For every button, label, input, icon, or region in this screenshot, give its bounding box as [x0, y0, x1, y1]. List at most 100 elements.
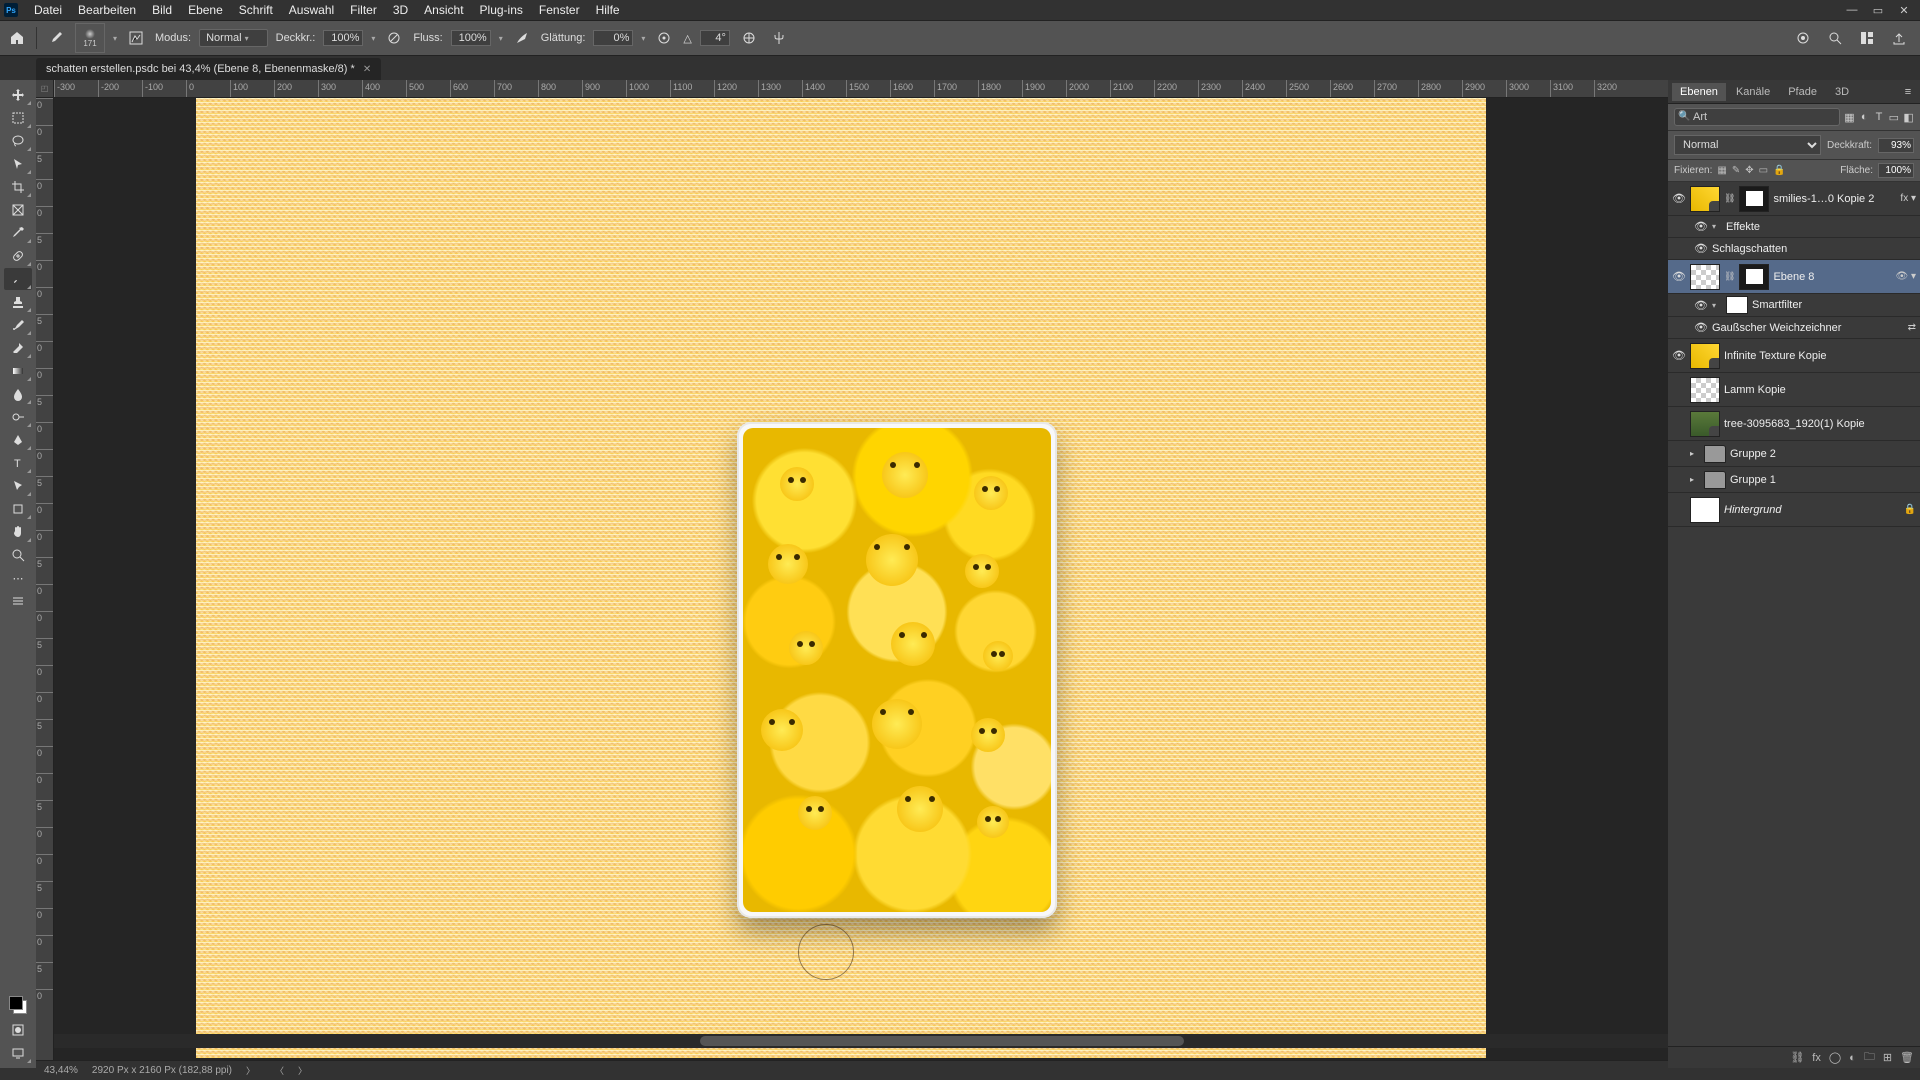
nav-left-icon[interactable]: 〈 — [275, 1064, 284, 1077]
link-icon[interactable]: ⛓ — [1724, 271, 1735, 282]
layer-row[interactable]: 👁 Infinite Texture Kopie — [1668, 339, 1920, 373]
chevron-down-icon[interactable]: ▾ — [113, 34, 117, 43]
chevron-down-icon[interactable]: ▾ — [499, 34, 503, 43]
pen-tool[interactable] — [4, 429, 32, 451]
layer-fill-input[interactable] — [1878, 163, 1914, 178]
tab-3d[interactable]: 3D — [1827, 83, 1857, 101]
layer-name[interactable]: tree-3095683_1920(1) Kopie — [1724, 418, 1916, 430]
close-button[interactable]: ✕ — [1898, 4, 1910, 16]
visibility-toggle[interactable]: 👁 — [1672, 349, 1686, 362]
brush-panel-icon[interactable] — [125, 27, 147, 49]
layer-name[interactable]: Infinite Texture Kopie — [1724, 350, 1916, 362]
lock-all-icon[interactable]: 🔒 — [1773, 165, 1785, 176]
link-layers-icon[interactable]: ⛓ — [1790, 1051, 1804, 1064]
eraser-tool[interactable] — [4, 337, 32, 359]
layer-row[interactable]: 👁▾Smartfilter — [1668, 294, 1920, 317]
new-layer-icon[interactable]: ⊞ — [1883, 1051, 1892, 1064]
filter-adjust-icon[interactable]: ◐ — [1859, 109, 1870, 125]
quickmask-toggle[interactable] — [4, 1019, 32, 1041]
layer-name[interactable]: Gruppe 2 — [1730, 448, 1916, 460]
visibility-toggle[interactable]: 👁 — [1694, 299, 1708, 312]
dodge-tool[interactable] — [4, 406, 32, 428]
share-icon[interactable] — [1888, 27, 1910, 49]
more-tools[interactable]: ⋯ — [4, 567, 32, 589]
nav-right-icon[interactable]: 〉 — [298, 1064, 307, 1077]
layer-name[interactable]: Ebene 8 — [1773, 271, 1891, 283]
layer-row[interactable]: tree-3095683_1920(1) Kopie — [1668, 407, 1920, 441]
layer-thumbnail[interactable] — [1690, 411, 1720, 437]
info-popup-icon[interactable]: 〉 — [246, 1064, 255, 1077]
minimize-button[interactable]: — — [1846, 4, 1858, 16]
menu-window[interactable]: Fenster — [531, 3, 588, 17]
lock-brush-icon[interactable]: ✎ — [1732, 165, 1740, 176]
stamp-tool[interactable] — [4, 291, 32, 313]
layer-row[interactable]: Lamm Kopie — [1668, 373, 1920, 407]
type-tool[interactable]: T — [4, 452, 32, 474]
brush-tool[interactable] — [4, 268, 32, 290]
crop-tool[interactable] — [4, 176, 32, 198]
flow-input[interactable] — [451, 30, 491, 46]
vertical-ruler[interactable]: 0050050050050050050050050050050050 — [36, 98, 54, 1068]
visibility-toggle[interactable]: 👁 — [1672, 192, 1686, 205]
smoothing-options-icon[interactable] — [653, 27, 675, 49]
layer-mask-thumbnail[interactable] — [1739, 264, 1769, 290]
workspace-icon[interactable] — [1856, 27, 1878, 49]
layer-thumbnail[interactable] — [1690, 343, 1720, 369]
layer-thumbnail[interactable] — [1690, 264, 1720, 290]
layer-row[interactable]: 👁▾Effekte — [1668, 216, 1920, 238]
layer-filter-input[interactable] — [1674, 108, 1840, 126]
visibility-toggle[interactable]: 👁 — [1694, 220, 1708, 233]
menu-select[interactable]: Auswahl — [281, 3, 342, 17]
horizontal-ruler[interactable]: -300-200-1000100200300400500600700800900… — [54, 80, 1668, 98]
frame-tool[interactable] — [4, 199, 32, 221]
lock-pixels-icon[interactable]: ▦ — [1717, 165, 1726, 176]
layer-row[interactable]: ▸Gruppe 2 — [1668, 441, 1920, 467]
horizontal-scrollbar[interactable] — [54, 1034, 1668, 1048]
menu-3d[interactable]: 3D — [385, 3, 416, 17]
layer-opacity-input[interactable] — [1878, 138, 1914, 153]
path-select-tool[interactable] — [4, 475, 32, 497]
filter-smart-icon[interactable]: ◧ — [1903, 109, 1914, 125]
eyedropper-tool[interactable] — [4, 222, 32, 244]
layer-row[interactable]: Hintergrund🔒 — [1668, 493, 1920, 527]
filter-type-icon[interactable]: T — [1874, 109, 1885, 125]
angle-input[interactable] — [700, 30, 730, 46]
menu-view[interactable]: Ansicht — [416, 3, 471, 17]
layer-name[interactable]: Effekte — [1726, 221, 1916, 233]
fx-icon[interactable]: fx — [1812, 1052, 1821, 1064]
brush-preset-picker[interactable]: 171 — [75, 23, 105, 53]
edit-toolbar[interactable] — [4, 590, 32, 612]
zoom-level[interactable]: 43,44% — [44, 1065, 78, 1076]
menu-type[interactable]: Schrift — [231, 3, 281, 17]
blur-tool[interactable] — [4, 383, 32, 405]
lock-position-icon[interactable]: ✥ — [1745, 165, 1753, 176]
layer-thumbnail[interactable] — [1690, 497, 1720, 523]
close-tab-icon[interactable]: ✕ — [363, 64, 371, 75]
tab-paths[interactable]: Pfade — [1780, 83, 1825, 101]
zoom-tool[interactable] — [4, 544, 32, 566]
filter-blend-icon[interactable]: ⇄ — [1908, 322, 1916, 333]
cloud-docs-icon[interactable] — [1792, 27, 1814, 49]
group-icon[interactable]: 🗀 — [1864, 1048, 1875, 1067]
filter-visibility-icon[interactable]: 👁 ▾ — [1896, 271, 1917, 282]
layer-row[interactable]: 👁 ⛓ Ebene 8 👁 ▾ — [1668, 260, 1920, 294]
layer-row[interactable]: 👁Gaußscher Weichzeichner⇄ — [1668, 317, 1920, 339]
restore-button[interactable]: ▭ — [1872, 4, 1884, 16]
layer-blend-select[interactable]: Normal — [1674, 135, 1821, 155]
color-swatches[interactable] — [9, 996, 27, 1014]
layer-name[interactable]: Schlagschatten — [1712, 243, 1916, 255]
layer-mask-thumbnail[interactable] — [1739, 186, 1769, 212]
layer-thumbnail[interactable] — [1690, 377, 1720, 403]
fx-badge[interactable]: fx ▾ — [1900, 193, 1916, 204]
layer-row[interactable]: 👁⛓smilies-1…0 Kopie 2fx ▾ — [1668, 182, 1920, 216]
blend-mode-select[interactable]: Normal ▾ — [199, 29, 268, 47]
chevron-down-icon[interactable]: ▾ — [641, 34, 645, 43]
marquee-tool[interactable] — [4, 107, 32, 129]
layer-name[interactable]: Gaußscher Weichzeichner — [1712, 322, 1904, 334]
filter-image-icon[interactable]: ▦ — [1844, 109, 1855, 125]
visibility-toggle[interactable]: 👁 — [1672, 270, 1686, 283]
layer-name[interactable]: Smartfilter — [1752, 299, 1916, 311]
pressure-size-icon[interactable] — [738, 27, 760, 49]
smoothing-input[interactable] — [593, 30, 633, 46]
menu-help[interactable]: Hilfe — [588, 3, 628, 17]
